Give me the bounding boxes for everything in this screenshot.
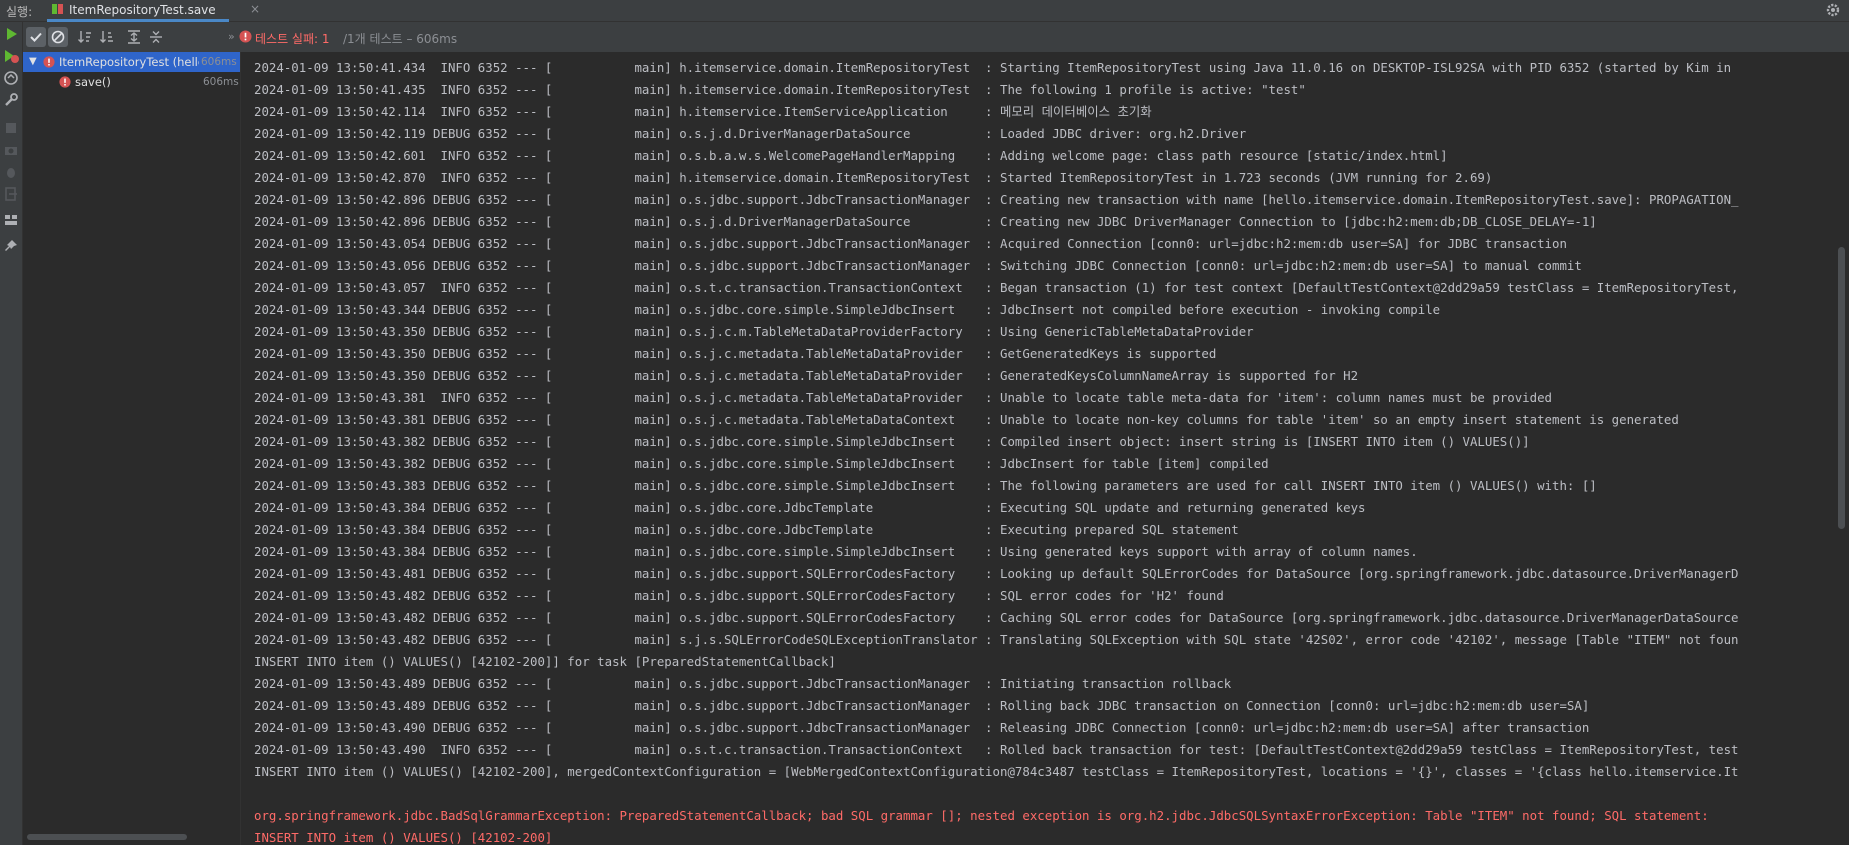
console-line: 2024-01-09 13:50:43.482 DEBUG 6352 --- [… xyxy=(254,610,1739,625)
layout-icon[interactable] xyxy=(3,212,19,228)
close-tab-icon[interactable]: × xyxy=(250,2,260,16)
console-line: 2024-01-09 13:50:43.054 DEBUG 6352 --- [… xyxy=(254,236,1567,251)
console-line: 2024-01-09 13:50:43.350 DEBUG 6352 --- [… xyxy=(254,368,1359,383)
console-line: 2024-01-09 13:50:43.384 DEBUG 6352 --- [… xyxy=(254,544,1418,559)
console-line: 2024-01-09 13:50:42.896 DEBUG 6352 --- [… xyxy=(254,214,1597,229)
error-icon xyxy=(239,30,252,43)
error-icon xyxy=(43,56,55,68)
console-line: 2024-01-09 13:50:42.601 INFO 6352 --- [ … xyxy=(254,148,1448,163)
expand-all-button[interactable] xyxy=(124,27,144,47)
chevron-down-icon[interactable]: ▼ xyxy=(29,56,37,67)
console-line: 2024-01-09 13:50:43.350 DEBUG 6352 --- [… xyxy=(254,346,1217,361)
console-line: 2024-01-09 13:50:41.434 INFO 6352 --- [ … xyxy=(254,60,1732,75)
show-ignored-button[interactable] xyxy=(48,27,68,47)
tree-item-item-repository-test[interactable]: ▼ ItemRepositoryTest (hello 606ms xyxy=(23,52,240,72)
test-tree-toolbar xyxy=(23,22,240,52)
run-tool-window-header: 실행: ItemRepositoryTest.save × xyxy=(0,0,1849,22)
console-line: 2024-01-09 13:50:43.382 DEBUG 6352 --- [… xyxy=(254,434,1530,449)
sort-duration-icon xyxy=(100,31,113,43)
tests-summary-label: /1개 테스트 – 606ms xyxy=(343,32,458,46)
console-line: 2024-01-09 13:50:43.381 INFO 6352 --- [ … xyxy=(254,390,1553,405)
console-line: 2024-01-09 13:50:43.489 DEBUG 6352 --- [… xyxy=(254,676,1232,691)
tests-failed-label: 테스트 실패: 1 xyxy=(255,32,330,46)
tree-item-save[interactable]: save() 606ms xyxy=(23,72,240,92)
sort-alphabetically-button[interactable] xyxy=(75,27,95,47)
console-line: 2024-01-09 13:50:43.384 DEBUG 6352 --- [… xyxy=(254,500,1366,515)
console-line: 2024-01-09 13:50:42.114 INFO 6352 --- [ … xyxy=(254,104,1152,119)
console-line: 2024-01-09 13:50:43.490 DEBUG 6352 --- [… xyxy=(254,720,1590,735)
tree-item-label: ItemRepositoryTest (hello xyxy=(59,55,199,69)
console-line: 2024-01-09 13:50:43.384 DEBUG 6352 --- [… xyxy=(254,522,1239,537)
exit-icon[interactable] xyxy=(3,186,19,202)
camera-icon[interactable] xyxy=(3,142,19,158)
collapse-all-button[interactable] xyxy=(146,27,166,47)
console-line: 2024-01-09 13:50:43.056 DEBUG 6352 --- [… xyxy=(254,258,1582,273)
ignored-icon xyxy=(51,30,65,44)
gear-icon[interactable] xyxy=(1825,2,1841,18)
run-side-toolbar xyxy=(0,22,23,845)
sort-by-duration-button[interactable] xyxy=(97,27,117,47)
console-line: 2024-01-09 13:50:43.344 DEBUG 6352 --- [… xyxy=(254,302,1441,317)
console-error-line: INSERT INTO item () VALUES() [42102-200] xyxy=(254,830,553,845)
console-error-line: org.springframework.jdbc.BadSqlGrammarEx… xyxy=(254,808,1709,823)
vertical-scrollbar[interactable] xyxy=(1838,247,1845,529)
console-line: 2024-01-09 13:50:42.119 DEBUG 6352 --- [… xyxy=(254,126,1247,141)
show-passed-button[interactable] xyxy=(26,27,46,47)
test-config-icon xyxy=(52,4,63,14)
horizontal-scrollbar[interactable] xyxy=(27,834,187,840)
console-line: INSERT INTO item () VALUES() [42102-200]… xyxy=(254,654,836,669)
rerun-icon[interactable] xyxy=(3,26,19,42)
console-line: 2024-01-09 13:50:43.381 DEBUG 6352 --- [… xyxy=(254,412,1679,427)
console-line: 2024-01-09 13:50:43.481 DEBUG 6352 --- [… xyxy=(254,566,1739,581)
stop-icon[interactable] xyxy=(3,120,19,136)
console-line: 2024-01-09 13:50:43.057 INFO 6352 --- [ … xyxy=(254,280,1739,295)
console-line: 2024-01-09 13:50:41.435 INFO 6352 --- [ … xyxy=(254,82,1306,97)
expand-all-icon xyxy=(128,30,140,44)
console-line: 2024-01-09 13:50:43.382 DEBUG 6352 --- [… xyxy=(254,456,1269,471)
console-lines: 2024-01-09 13:50:41.434 INFO 6352 --- [ … xyxy=(254,57,1739,845)
chevron-right-icon[interactable]: » xyxy=(228,30,235,43)
console-line: 2024-01-09 13:50:43.482 DEBUG 6352 --- [… xyxy=(254,632,1739,647)
console-line: INSERT INTO item () VALUES() [42102-200]… xyxy=(254,764,1739,779)
console-line: 2024-01-09 13:50:43.350 DEBUG 6352 --- [… xyxy=(254,324,1254,339)
console-output[interactable]: 2024-01-09 13:50:41.434 INFO 6352 --- [ … xyxy=(241,52,1849,845)
sort-alpha-icon xyxy=(78,31,91,43)
console-line: 2024-01-09 13:50:43.490 INFO 6352 --- [ … xyxy=(254,742,1739,757)
checkmark-icon xyxy=(30,32,42,42)
tree-item-duration: 606ms xyxy=(203,76,239,88)
toggle-auto-test-icon[interactable] xyxy=(3,70,19,86)
tree-item-duration: 606ms xyxy=(201,56,237,68)
test-results-tree: ▼ ItemRepositoryTest (hello 606ms save()… xyxy=(23,52,241,845)
console-line: 2024-01-09 13:50:42.870 INFO 6352 --- [ … xyxy=(254,170,1493,185)
tree-item-label: save() xyxy=(75,75,111,89)
wrench-icon[interactable] xyxy=(3,92,19,108)
error-icon xyxy=(59,76,71,88)
console-line: 2024-01-09 13:50:43.482 DEBUG 6352 --- [… xyxy=(254,588,1224,603)
test-status-bar: » 테스트 실패: 1 /1개 테스트 – 606ms xyxy=(228,22,1849,52)
run-config-tab[interactable]: ItemRepositoryTest.save × xyxy=(47,0,260,22)
rerun-failed-icon[interactable] xyxy=(3,48,19,64)
bug-icon[interactable] xyxy=(3,164,19,180)
console-line: 2024-01-09 13:50:42.896 DEBUG 6352 --- [… xyxy=(254,192,1739,207)
run-label: 실행: xyxy=(6,5,33,19)
pin-icon[interactable] xyxy=(3,238,19,254)
console-line: 2024-01-09 13:50:43.383 DEBUG 6352 --- [… xyxy=(254,478,1597,493)
console-line: 2024-01-09 13:50:43.489 DEBUG 6352 --- [… xyxy=(254,698,1590,713)
tab-title: ItemRepositoryTest.save xyxy=(69,3,216,17)
collapse-all-icon xyxy=(150,31,162,43)
